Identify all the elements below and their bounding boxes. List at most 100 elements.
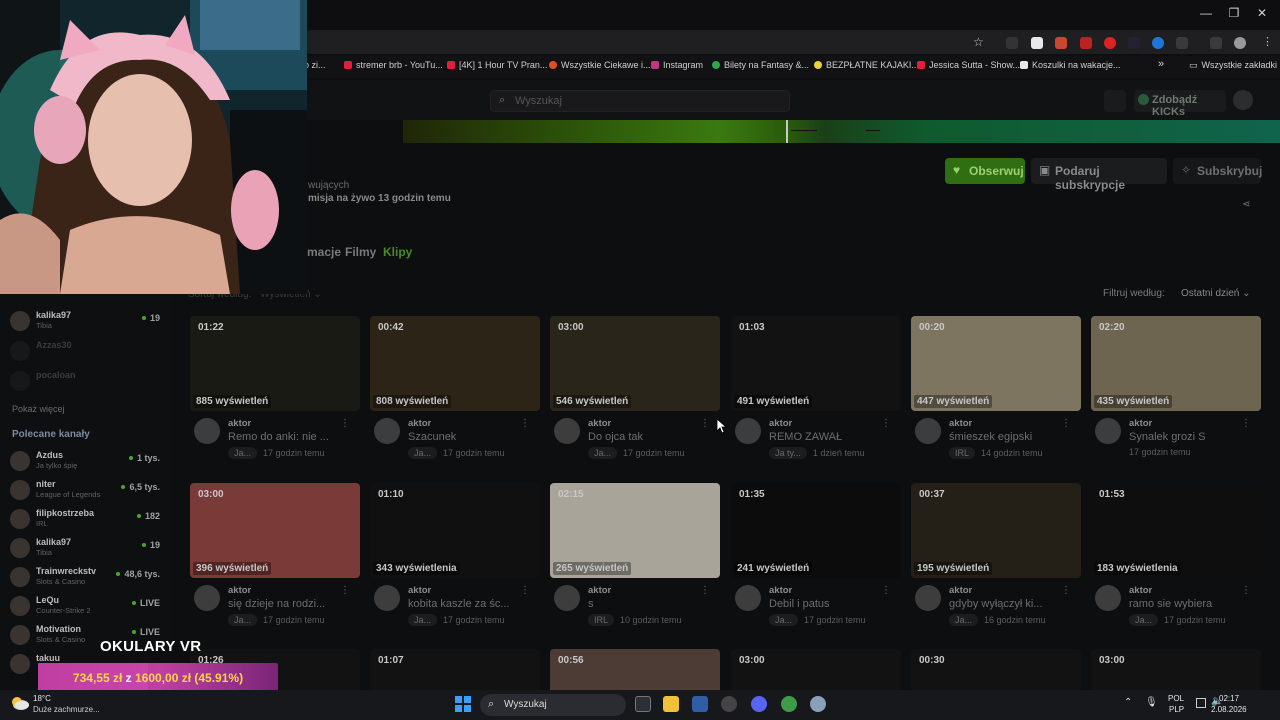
keyboard-layout[interactable]: PLP: [1169, 705, 1184, 714]
extensions-puzzle-icon[interactable]: [1176, 37, 1188, 49]
clip-thumbnail[interactable]: 01:35 241 wyświetleń: [731, 483, 901, 578]
clip-thumbnail[interactable]: 03:00 546 wyświetleń: [550, 316, 720, 411]
clip-author[interactable]: aktor: [408, 418, 431, 429]
clip-thumbnail[interactable]: 01:53 183 wyświetlenia: [1091, 483, 1261, 578]
bookmark[interactable]: Jessica Sutta - Show...: [917, 60, 1020, 70]
bookmark[interactable]: Wszystkie Ciekawe i...: [549, 60, 651, 70]
category-tag[interactable]: Ja ty...: [769, 447, 807, 459]
weather-cloud-icon[interactable]: [10, 695, 30, 711]
clip-title[interactable]: Synalek grozi S: [1129, 431, 1249, 443]
share-icon[interactable]: ⋖: [1242, 199, 1250, 210]
clip-author[interactable]: aktor: [949, 418, 972, 429]
chrome-icon[interactable]: [781, 696, 797, 712]
extension-icon[interactable]: [1080, 37, 1092, 49]
clip-card[interactable]: 02:20 435 wyświetleń aktor Synalek grozi S 1…: [1091, 316, 1261, 476]
file-explorer-icon[interactable]: [663, 696, 679, 712]
avatar[interactable]: [735, 585, 761, 611]
subscribe-button[interactable]: ✧ Subskrybuj: [1173, 158, 1262, 184]
clip-card[interactable]: 03:00 396 wyświetleń aktor się dzieje na ro…: [190, 483, 360, 643]
display-icon[interactable]: [1196, 698, 1206, 708]
filter-dropdown[interactable]: Ostatni dzień ⌄: [1181, 288, 1251, 299]
minimize-button[interactable]: —: [1196, 6, 1216, 20]
tab-about[interactable]: macje: [307, 245, 341, 259]
extension-icon[interactable]: [1104, 37, 1116, 49]
profile-avatar[interactable]: [1234, 37, 1246, 49]
bookmark[interactable]: Koszulki na wakacje...: [1020, 60, 1121, 70]
show-more-link[interactable]: Pokaż więcej: [12, 404, 65, 414]
clip-title[interactable]: s: [588, 598, 708, 610]
clip-author[interactable]: aktor: [228, 585, 251, 596]
clip-title[interactable]: Remo do anki: nie ...: [228, 431, 348, 443]
sidebar-channel[interactable]: Trainwreckstv Slots & Casino 48,6 tys.: [10, 564, 160, 590]
clip-card[interactable]: 03:00: [731, 649, 901, 720]
avatar[interactable]: [194, 418, 220, 444]
clip-card[interactable]: 00:20 447 wyświetleń aktor śmieszek egipski…: [911, 316, 1081, 476]
clip-menu-icon[interactable]: ⋮: [700, 585, 710, 596]
clip-card[interactable]: 01:53 183 wyświetlenia aktor ramo sie wybie…: [1091, 483, 1261, 643]
user-avatar[interactable]: [1233, 90, 1253, 110]
app-icon[interactable]: [721, 696, 737, 712]
clip-menu-icon[interactable]: ⋮: [881, 585, 891, 596]
clip-card[interactable]: 01:35 241 wyświetleń aktor Debil i patus Ja.…: [731, 483, 901, 643]
taskbar-date[interactable]: 2.08.2026: [1211, 705, 1247, 714]
clip-thumbnail[interactable]: 01:03 491 wyświetleń: [731, 316, 901, 411]
category-tag[interactable]: Ja...: [228, 447, 258, 459]
extension-icon[interactable]: [1128, 37, 1140, 49]
clip-title[interactable]: Szacunek: [408, 431, 528, 443]
avatar[interactable]: [1095, 585, 1121, 611]
get-kicks-button[interactable]: Zdobądź KICKs: [1134, 90, 1226, 118]
clip-thumbnail[interactable]: 00:37 195 wyświetleń: [911, 483, 1081, 578]
clip-menu-icon[interactable]: ⋮: [1061, 418, 1071, 429]
all-bookmarks-folder[interactable]: ▭ Wszystkie zakładki: [1189, 60, 1277, 71]
menu-kebab-icon[interactable]: ⋮: [1262, 35, 1273, 48]
clip-author[interactable]: aktor: [408, 585, 431, 596]
maximize-button[interactable]: ❐: [1224, 6, 1244, 20]
clip-menu-icon[interactable]: ⋮: [1241, 585, 1251, 596]
avatar[interactable]: [374, 585, 400, 611]
clip-menu-icon[interactable]: ⋮: [340, 418, 350, 429]
category-tag[interactable]: Ja...: [949, 614, 979, 626]
bookmarks-overflow-button[interactable]: »: [1158, 58, 1164, 70]
clip-title[interactable]: gdyby wyłączył ki...: [949, 598, 1069, 610]
clip-author[interactable]: aktor: [1129, 418, 1152, 429]
search-input[interactable]: ⌕ Wyszukaj: [490, 90, 790, 112]
gift-subs-button[interactable]: ▣ Podaruj subskrypcje: [1031, 158, 1167, 192]
input-language[interactable]: POL: [1168, 694, 1184, 703]
clip-card[interactable]: 01:10 343 wyświetlenia aktor kobita kaszle …: [370, 483, 540, 643]
clip-menu-icon[interactable]: ⋮: [1241, 418, 1251, 429]
clip-menu-icon[interactable]: ⋮: [520, 585, 530, 596]
clip-title[interactable]: kobita kaszle za śc...: [408, 598, 528, 610]
extension-icon[interactable]: [1152, 37, 1164, 49]
clip-author[interactable]: aktor: [769, 585, 792, 596]
clip-thumbnail[interactable]: 01:10 343 wyświetlenia: [370, 483, 540, 578]
extension-icon[interactable]: [1006, 37, 1018, 49]
avatar[interactable]: [1095, 418, 1121, 444]
clip-thumbnail[interactable]: 00:20 447 wyświetleń: [911, 316, 1081, 411]
avatar[interactable]: [554, 418, 580, 444]
category-tag[interactable]: IRL: [588, 614, 615, 626]
category-tag[interactable]: IRL: [949, 447, 976, 459]
follow-button[interactable]: ♥ Obserwuj: [945, 158, 1025, 184]
clip-card[interactable]: 01:22 885 wyświetleń aktor Remo do anki: ni…: [190, 316, 360, 476]
clip-card[interactable]: 00:56: [550, 649, 720, 720]
task-view-icon[interactable]: [635, 696, 651, 712]
sidebar-channel[interactable]: filipkostrzeba IRL 182: [10, 506, 160, 532]
windows-start-icon[interactable]: [455, 696, 471, 712]
clip-card[interactable]: 01:03 491 wyświetleń aktor REMO ZAWAŁ Ja ty.…: [731, 316, 901, 476]
bookmark[interactable]: Bilety na Fantasy &...: [712, 60, 809, 70]
clip-menu-icon[interactable]: ⋮: [700, 418, 710, 429]
clip-author[interactable]: aktor: [228, 418, 251, 429]
sidebar-channel[interactable]: Azdus Ja tylko śpię 1 tys.: [10, 448, 160, 474]
bookmark[interactable]: [4K] 1 Hour TV Pran...: [447, 60, 547, 70]
clip-title[interactable]: ramo sie wybiera: [1129, 598, 1249, 610]
media-icon[interactable]: [1210, 37, 1222, 49]
tray-chevron-up-icon[interactable]: ⌃: [1124, 697, 1132, 708]
sidebar-channel[interactable]: LeQu Counter-Strike 2 LIVE: [10, 593, 160, 619]
clip-menu-icon[interactable]: ⋮: [520, 418, 530, 429]
category-tag[interactable]: Ja...: [588, 447, 618, 459]
taskbar-time[interactable]: 02:17: [1219, 694, 1239, 703]
sidebar-channel[interactable]: kalika97 Tibia 19: [10, 535, 160, 561]
clip-card[interactable]: 01:07: [370, 649, 540, 720]
sidebar-channel[interactable]: kalika97 Tibia 19: [10, 308, 160, 334]
clip-card[interactable]: 00:42 808 wyświetleń aktor Szacunek Ja... 17 …: [370, 316, 540, 476]
